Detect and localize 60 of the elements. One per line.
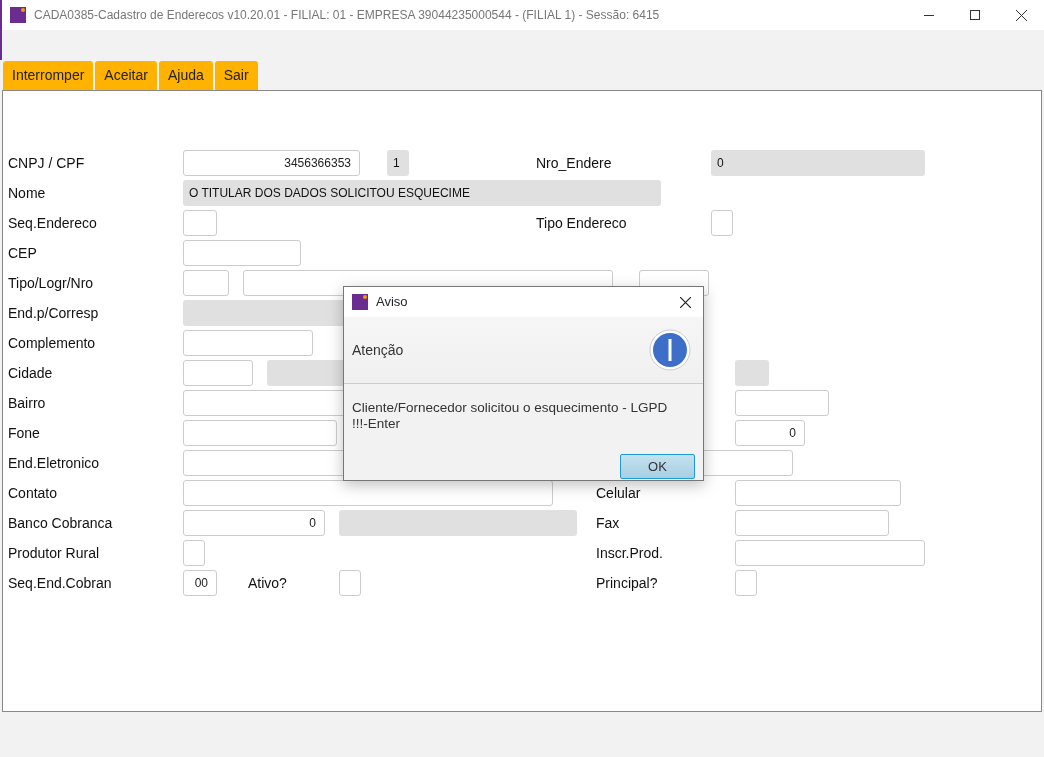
ok-button[interactable]: OK [620, 454, 695, 479]
toolbar-button[interactable]: Sair [214, 61, 258, 90]
field-label: Produtor Rural [8, 543, 100, 563]
app-logo-icon [10, 7, 26, 23]
field-label: Seq.End.Cobran [8, 573, 112, 593]
input-field[interactable] [183, 330, 313, 356]
field-label: End.p/Corresp [8, 303, 99, 323]
readonly-field [735, 360, 769, 386]
field-label: Seq.Endereco [8, 213, 97, 233]
toolbar-button[interactable]: Aceitar [95, 61, 157, 90]
field-label: Fax [596, 513, 620, 533]
maximize-icon [970, 10, 980, 20]
field-label: CNPJ / CPF [8, 153, 85, 173]
input-field[interactable] [183, 420, 337, 446]
close-icon [1015, 9, 1027, 21]
field-label: Principal? [596, 573, 658, 593]
field-label: Tipo Endereco [536, 213, 627, 233]
dialog-title: Aviso [376, 293, 408, 312]
field-label: Nome [8, 183, 46, 203]
field-label: Celular [596, 483, 641, 503]
field-label: Fone [8, 423, 40, 443]
field-label: Banco Cobranca [8, 513, 113, 533]
input-field[interactable] [735, 390, 829, 416]
window-title: CADA0385-Cadastro de Enderecos v10.20.01 - FILIAL: 01 - EMPRESA 39044235000544 - (FILIAL 1) - Sessão: 6415 [34, 7, 660, 24]
field-label: CEP [8, 243, 37, 263]
input-field[interactable]: 0 [183, 510, 325, 536]
input-field[interactable] [183, 240, 301, 266]
dialog-message: Cliente/Fornecedor solicitou o esquecimento - LGPD !!!-Enter [352, 400, 669, 433]
field-label: Cidade [8, 363, 53, 383]
input-field[interactable]: 0 [735, 420, 805, 446]
dialog-heading: Atenção [352, 340, 404, 360]
input-field[interactable] [183, 480, 553, 506]
field-label: Bairro [8, 393, 46, 413]
checkbox[interactable] [183, 540, 205, 566]
app-logo-icon [352, 294, 368, 310]
readonly-field: 1 [387, 150, 409, 176]
input-field[interactable] [711, 210, 733, 236]
input-field[interactable] [183, 360, 253, 386]
field-label: Tipo/Logr/Nro [8, 273, 94, 293]
close-icon[interactable] [680, 296, 691, 308]
field-label: End.Eletronico [8, 453, 100, 473]
field-label: Inscr.Prod. [596, 543, 663, 563]
field-label: Complemento [8, 333, 96, 353]
field-label: Contato [8, 483, 58, 503]
input-field[interactable] [735, 510, 889, 536]
input-field[interactable] [735, 480, 901, 506]
field-label: Nro_Endere [536, 153, 612, 173]
input-field[interactable] [183, 210, 217, 236]
input-field[interactable]: 3456366353 [183, 150, 360, 176]
checkbox[interactable] [735, 570, 757, 596]
input-field[interactable] [735, 540, 925, 566]
field-label: Ativo? [248, 573, 287, 593]
toolbar-button[interactable]: Interromper [3, 61, 94, 90]
readonly-field: O TITULAR DOS DADOS SOLICITOU ESQUECIME [183, 180, 661, 206]
input-field[interactable]: 00 [183, 570, 217, 596]
toolbar-button[interactable]: Ajuda [158, 61, 213, 90]
input-field[interactable] [183, 270, 229, 296]
info-icon [649, 329, 691, 371]
checkbox[interactable] [339, 570, 361, 596]
readonly-field: 0 [711, 150, 925, 176]
